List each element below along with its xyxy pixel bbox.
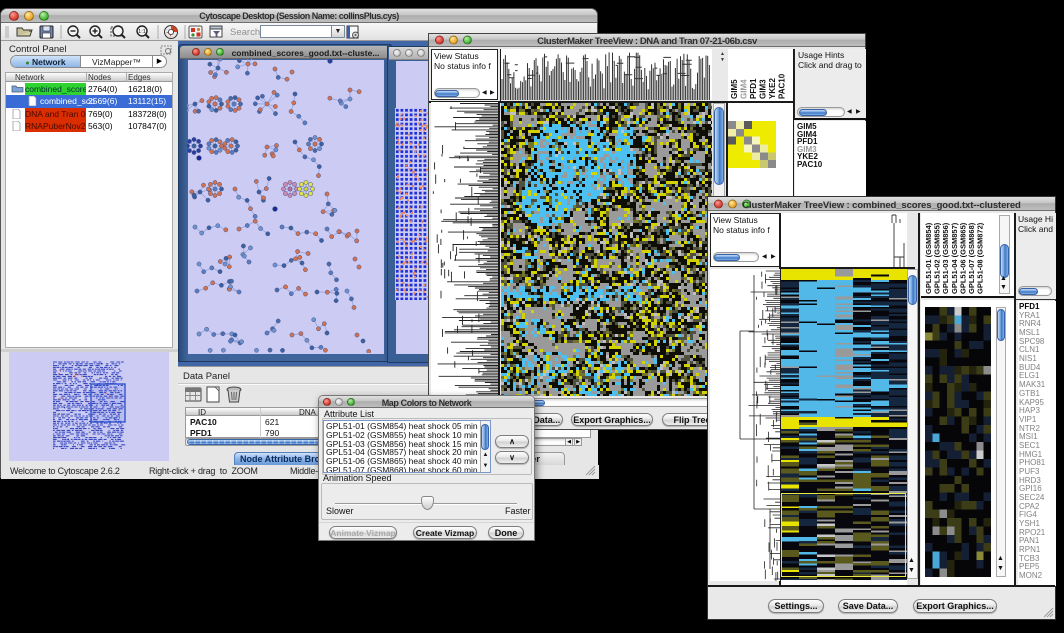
svg-text:YKE2: YKE2 <box>768 78 777 99</box>
svg-text:PFD1: PFD1 <box>749 78 758 99</box>
svg-text:GIM4: GIM4 <box>740 79 749 99</box>
svg-text:GPL51-08 (GSM872): GPL51-08 (GSM872) <box>976 222 985 294</box>
svg-text:1:1: 1:1 <box>138 29 146 35</box>
svg-text:GIM5: GIM5 <box>730 79 739 99</box>
svg-text:PAC10: PAC10 <box>778 73 787 99</box>
svg-text:GIM3: GIM3 <box>759 79 768 99</box>
